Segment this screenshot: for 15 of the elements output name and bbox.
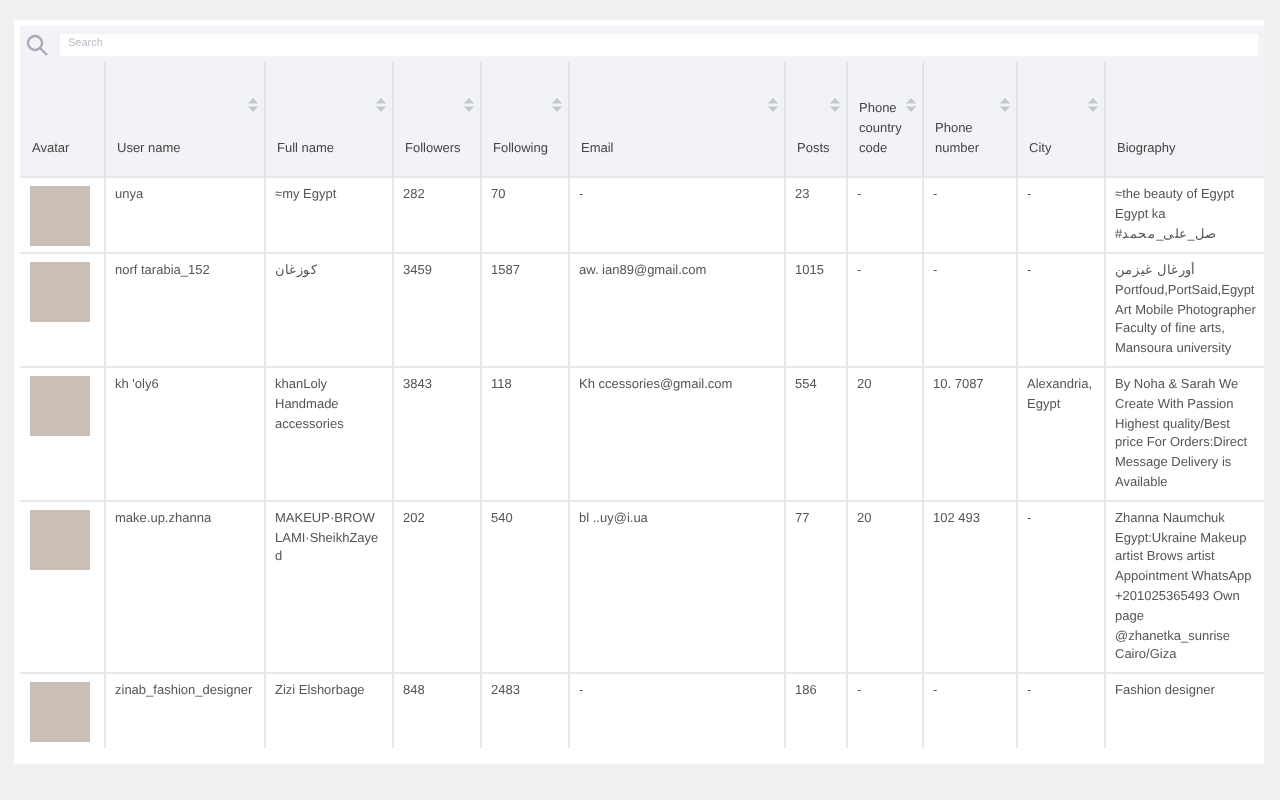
sort-icon[interactable] — [905, 98, 915, 112]
sort-icon[interactable] — [375, 98, 385, 112]
avatar-photo-placeholder — [30, 186, 90, 246]
sort-icon[interactable] — [767, 98, 777, 112]
sort-icon[interactable] — [463, 98, 473, 112]
sort-icon[interactable] — [999, 98, 1009, 112]
sort-icon[interactable] — [829, 98, 839, 112]
avatar-photo-placeholder — [30, 262, 90, 322]
avatar-photo-placeholder — [30, 682, 90, 743]
search-icon — [26, 33, 48, 55]
avatar-photo-placeholder — [30, 509, 90, 570]
sort-icon[interactable] — [1087, 98, 1097, 112]
sort-icon[interactable] — [551, 98, 561, 112]
sort-icon[interactable] — [247, 98, 257, 112]
avatar-photo-placeholder — [30, 375, 90, 436]
